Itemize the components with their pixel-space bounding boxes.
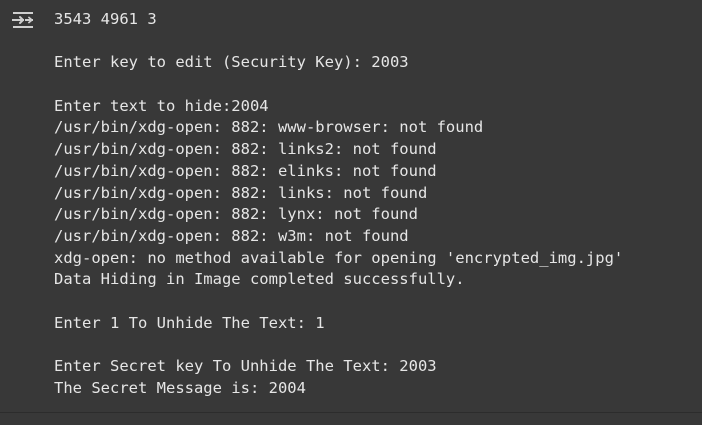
output-line: xdg-open: no method available for openin… (54, 248, 624, 267)
cell-output-text: 3543 4961 3 Enter key to edit (Security K… (54, 9, 694, 399)
output-line: Enter key to edit (Security Key): 2003 (54, 53, 409, 72)
output-line: /usr/bin/xdg-open: 882: links2: not foun… (54, 140, 437, 159)
notebook-output-cell: 3543 4961 3 Enter key to edit (Security K… (0, 0, 702, 425)
output-line: Enter text to hide:2004 (54, 96, 269, 115)
output-line: /usr/bin/xdg-open: 882: lynx: not found (54, 205, 418, 224)
output-line: Enter 1 To Unhide The Text: 1 (54, 313, 325, 332)
output-line: /usr/bin/xdg-open: 882: www-browser: not… (54, 118, 484, 137)
cell-divider (0, 412, 702, 413)
output-line: 3543 4961 3 (54, 10, 157, 28)
output-line: /usr/bin/xdg-open: 882: elinks: not foun… (54, 161, 437, 180)
output-toggle-button[interactable] (8, 8, 38, 32)
output-line: /usr/bin/xdg-open: 882: w3m: not found (54, 226, 409, 245)
output-line: Data Hiding in Image completed successfu… (54, 270, 465, 289)
output-line: The Secret Message is: 2004 (54, 378, 306, 397)
output-line: /usr/bin/xdg-open: 882: links: not found (54, 183, 428, 202)
output-line: Enter Secret key To Unhide The Text: 200… (54, 357, 437, 375)
output-toggle-icon (12, 12, 33, 28)
